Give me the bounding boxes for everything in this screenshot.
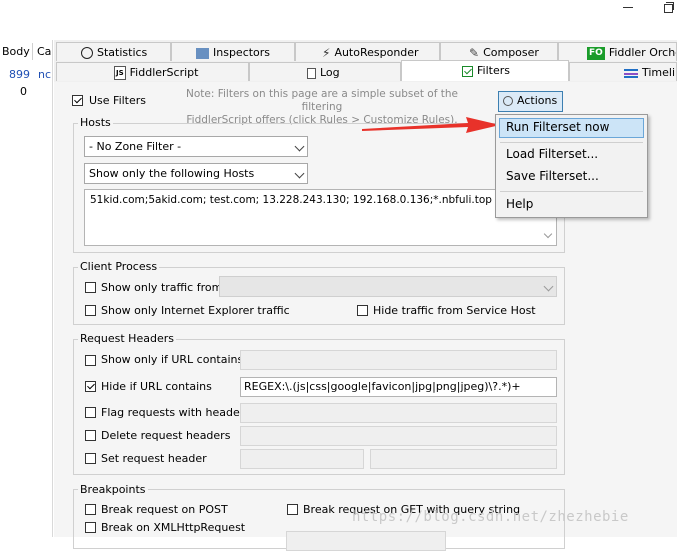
tab-label: Composer xyxy=(483,46,539,59)
timeline-icon xyxy=(624,68,638,78)
break-xhr-label: Break on XMLHttpRequest xyxy=(101,521,246,534)
hosts-title: Hosts xyxy=(78,116,113,129)
menu-separator xyxy=(500,142,643,143)
restore-icon[interactable] xyxy=(664,2,676,13)
flag-requests-label: Flag requests with headers xyxy=(101,406,250,419)
arrow-shape xyxy=(362,117,500,133)
tab-statistics[interactable]: Statistics xyxy=(56,42,171,61)
tab-fiddlerscript[interactable]: JS FiddlerScript xyxy=(56,62,249,81)
menu-item-load-filterset[interactable]: Load Filterset... xyxy=(506,147,598,161)
js-file-icon: JS xyxy=(114,66,126,80)
show-only-ie-label: Show only Internet Explorer traffic xyxy=(101,304,290,317)
show-only-ie-checkbox[interactable] xyxy=(85,305,96,316)
flag-requests-checkbox[interactable] xyxy=(85,407,96,418)
log-icon xyxy=(307,67,316,79)
process-select[interactable] xyxy=(219,276,557,297)
break-post-checkbox[interactable] xyxy=(85,504,96,515)
column-divider xyxy=(32,43,33,60)
delete-headers-input[interactable] xyxy=(240,426,557,446)
delete-headers-label: Delete request headers xyxy=(101,429,231,442)
hide-if-url-input[interactable]: REGEX:\.(js|css|google|favicon|jpg|png|j… xyxy=(240,377,557,397)
tab-label: Filters xyxy=(477,64,510,77)
cell-body[interactable]: 899 xyxy=(9,68,30,81)
inspectors-icon xyxy=(196,47,209,59)
select-value: - No Zone Filter - xyxy=(89,140,182,153)
menu-item-help[interactable]: Help xyxy=(506,197,533,211)
break-xhr-checkbox[interactable] xyxy=(85,522,96,533)
tab-label: Timelin xyxy=(642,66,676,79)
request-headers-title: Request Headers xyxy=(78,332,176,345)
tab-label: Inspectors xyxy=(213,46,271,59)
break-post-label: Break request on POST xyxy=(101,503,228,516)
menu-separator xyxy=(500,191,643,192)
chevron-down-icon xyxy=(294,168,305,179)
tab-composer[interactable]: ✎ Composer xyxy=(440,42,558,61)
chevron-down-icon xyxy=(294,141,305,152)
actions-icon xyxy=(503,96,513,106)
use-filters-label: Use Filters xyxy=(89,94,147,107)
show-if-url-label: Show only if URL contains xyxy=(101,353,244,366)
break-get-checkbox[interactable] xyxy=(287,504,298,515)
composer-icon: ✎ xyxy=(469,45,480,60)
tab-inspectors[interactable]: Inspectors xyxy=(171,42,295,61)
flag-requests-input[interactable] xyxy=(240,403,557,423)
show-if-url-checkbox[interactable] xyxy=(85,355,96,366)
show-only-traffic-from-label: Show only traffic from xyxy=(101,281,223,294)
note-line: Note: Filters on this page are a simple … xyxy=(186,88,458,113)
watermark: https://blog.csdn.net/zhezhebie xyxy=(352,509,629,525)
hosts-text: 51kid.com;5akid.com; test.com; 13.228.24… xyxy=(90,194,492,206)
tab-label: Fiddler Orches xyxy=(608,46,676,59)
select-value: Show only the following Hosts xyxy=(89,167,255,180)
tab-autoresponder[interactable]: ⚡ AutoResponder xyxy=(295,42,440,61)
show-only-traffic-from-checkbox[interactable] xyxy=(85,282,96,293)
hide-service-host-label: Hide traffic from Service Host xyxy=(373,304,536,317)
delete-headers-checkbox[interactable] xyxy=(85,430,96,441)
tab-label: Statistics xyxy=(97,46,148,59)
stopwatch-icon xyxy=(81,47,93,59)
cell-ca[interactable]: nc xyxy=(38,68,51,81)
tab-label: Log xyxy=(320,66,340,79)
session-list[interactable] xyxy=(0,40,53,537)
minimize-icon[interactable] xyxy=(622,2,634,12)
set-header-name-input[interactable] xyxy=(240,449,364,469)
host-filter-select[interactable]: Show only the following Hosts xyxy=(84,163,308,184)
zone-filter-select[interactable]: - No Zone Filter - xyxy=(84,136,308,157)
hide-if-url-checkbox[interactable] xyxy=(85,381,96,392)
breakpoints-title: Breakpoints xyxy=(78,483,148,496)
actions-button[interactable]: Actions xyxy=(498,91,563,112)
lightning-icon: ⚡ xyxy=(322,45,331,60)
use-filters-checkbox[interactable] xyxy=(72,95,83,106)
tab-log[interactable]: Log xyxy=(249,62,401,81)
menu-item-save-filterset[interactable]: Save Filterset... xyxy=(506,169,599,183)
column-header-body[interactable]: Body xyxy=(2,45,30,63)
column-header-ca[interactable]: Ca xyxy=(37,45,51,63)
actions-label: Actions xyxy=(517,94,558,107)
tab-label: FiddlerScript xyxy=(129,66,199,79)
tab-filters[interactable]: Filters xyxy=(401,60,569,81)
cell-body[interactable]: 0 xyxy=(20,85,27,98)
set-header-label: Set request header xyxy=(101,452,207,465)
fo-icon: FO xyxy=(587,46,605,60)
client-process-title: Client Process xyxy=(78,260,160,273)
tab-label: AutoResponder xyxy=(334,46,419,59)
menu-item-run-filterset[interactable]: Run Filterset now xyxy=(506,120,609,134)
checkbox-icon xyxy=(462,65,473,77)
hosts-textarea[interactable]: 51kid.com;5akid.com; test.com; 13.228.24… xyxy=(84,189,557,246)
actions-menu: Run Filterset now Load Filterset... Save… xyxy=(495,114,648,218)
scroll-down-icon[interactable] xyxy=(543,229,553,239)
annotation-arrow xyxy=(362,117,500,133)
chevron-down-icon xyxy=(543,281,554,292)
tab-timeline[interactable]: Timelin xyxy=(569,62,677,81)
tab-fiddler-orchestra[interactable]: FOFiddler Orches xyxy=(558,42,677,61)
hide-service-host-checkbox[interactable] xyxy=(357,305,368,316)
set-header-value-input[interactable] xyxy=(370,449,557,469)
set-header-checkbox[interactable] xyxy=(85,453,96,464)
breakpoint-input[interactable] xyxy=(286,531,446,551)
show-if-url-input[interactable] xyxy=(240,350,557,370)
hide-if-url-label: Hide if URL contains xyxy=(101,380,212,393)
